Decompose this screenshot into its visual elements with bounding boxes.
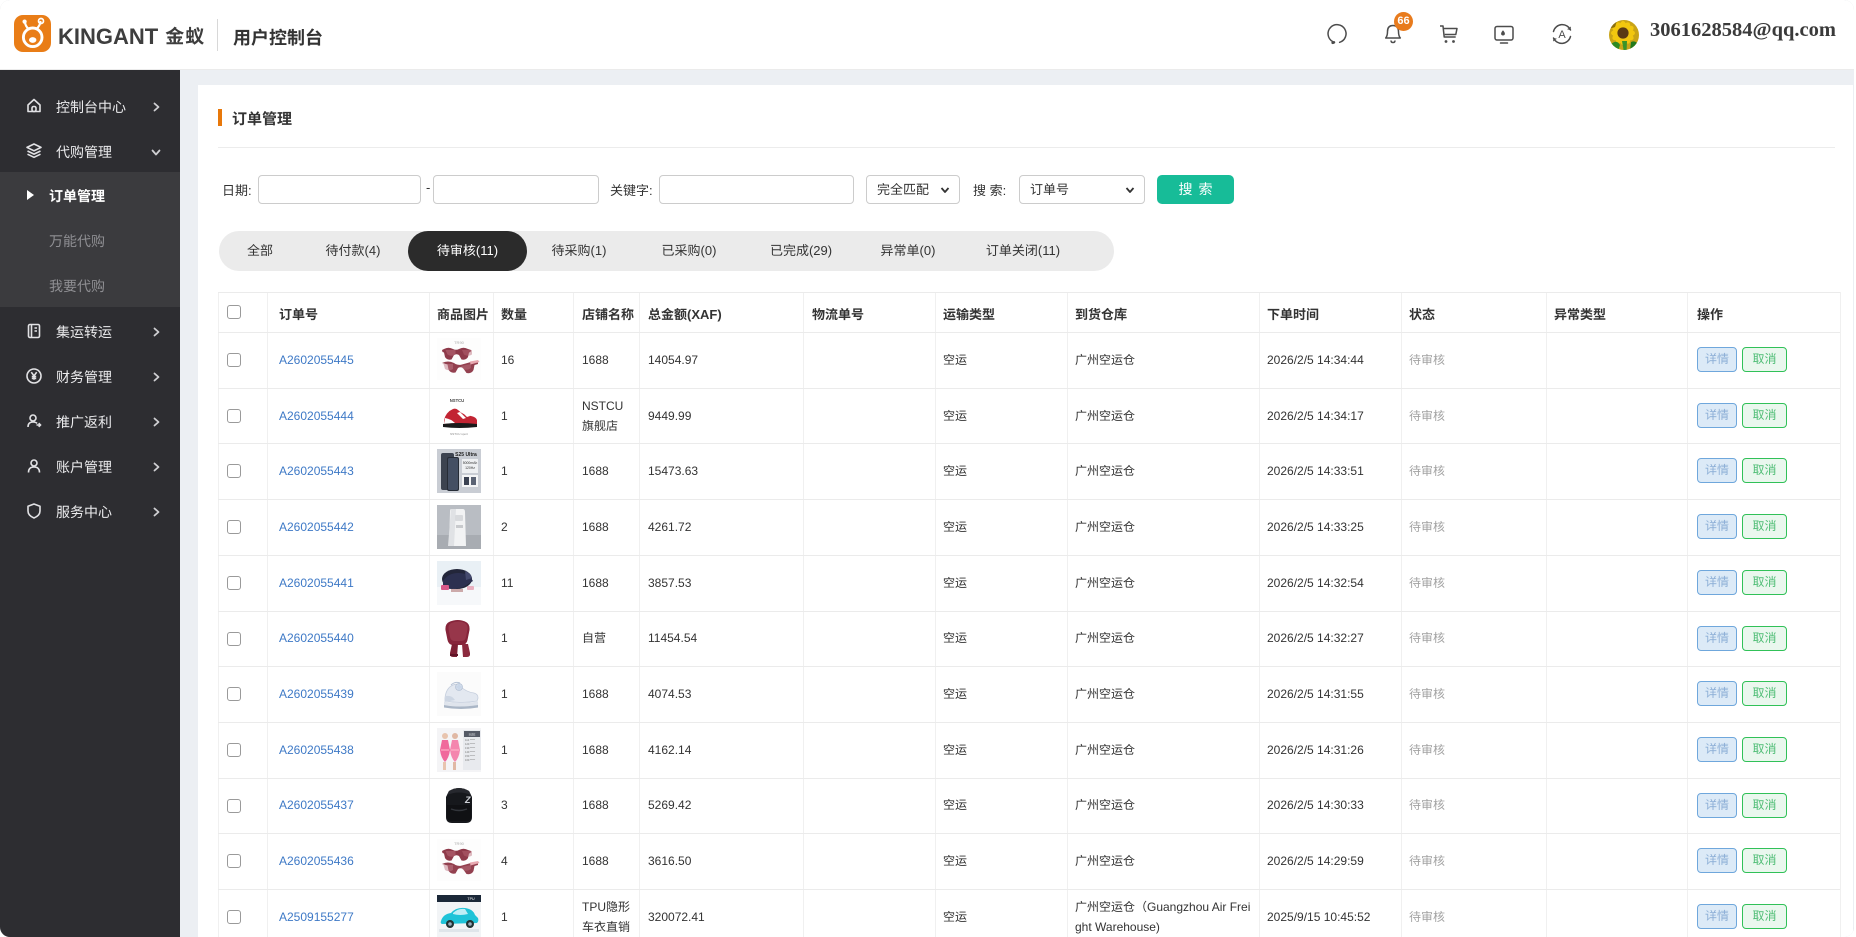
svg-text:A: A (1558, 29, 1566, 41)
svg-text:150 *****: 150 ***** (465, 754, 475, 758)
svg-text:Z: Z (464, 795, 471, 805)
svg-text:5000mAh: 5000mAh (463, 461, 478, 465)
svg-text:120Hz: 120Hz (465, 466, 475, 470)
svg-text:S25 Ultra: S25 Ultra (455, 452, 477, 458)
svg-text:160 *****: 160 ***** (465, 758, 475, 762)
svg-text:110 *****: 110 ***** (465, 738, 475, 742)
svg-text:NSTCU: NSTCU (450, 398, 464, 403)
svg-text:SIZE: SIZE (469, 732, 476, 736)
svg-text:TR90: TR90 (454, 841, 465, 846)
svg-text:130 *****: 130 ***** (465, 746, 475, 750)
svg-text:TR90: TR90 (454, 340, 465, 345)
svg-text:NSTCU sport: NSTCU sport (450, 432, 468, 436)
svg-text:120 *****: 120 ***** (465, 742, 475, 746)
svg-text:140 *****: 140 ***** (465, 750, 475, 754)
svg-text:TPU: TPU (467, 897, 475, 901)
